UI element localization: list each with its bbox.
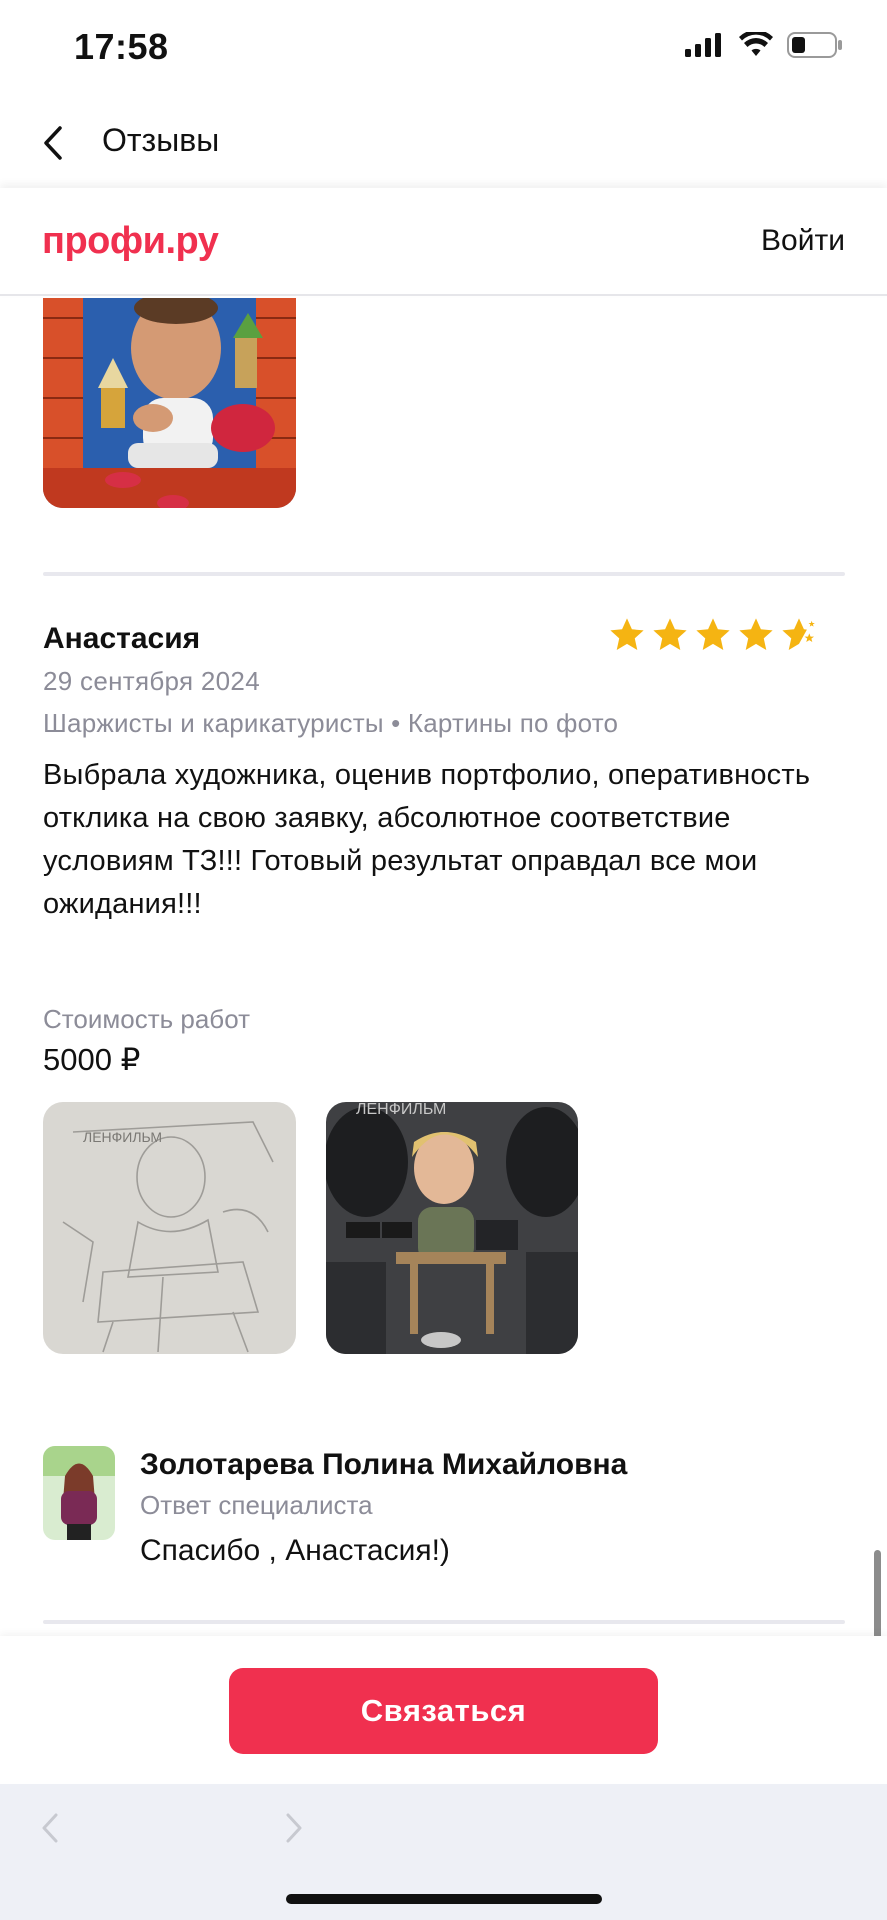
reviewer-name: Анастасия <box>43 622 201 655</box>
reviews-content[interactable]: Анастасия 29 сентября 2024 Шаржисты и ка… <box>0 298 887 1636</box>
specialist-name: Золотарева Полина Михайловна <box>140 1448 628 1481</box>
star-icon <box>696 618 730 651</box>
review-photo-caricature[interactable]: ЛЕНФИЛЬМ <box>326 1102 578 1354</box>
specialist-reply-text: Спасибо , Анастасия!) <box>140 1534 450 1567</box>
chevron-right-icon <box>286 1813 302 1843</box>
login-link[interactable]: Войти <box>761 224 845 258</box>
review-categories: Шаржисты и карикатуристы • Картины по фо… <box>43 708 619 738</box>
star-icon <box>739 618 773 651</box>
status-time: 17:58 <box>74 26 169 67</box>
specialist-role: Ответ специалиста <box>140 1490 373 1520</box>
cost-label: Стоимость работ <box>43 1004 250 1034</box>
screen: 17:58 Отзывы профи.ру Войти Анастасия 29… <box>0 0 887 1920</box>
nav-title: Отзывы <box>102 122 220 158</box>
contact-button[interactable]: Связаться <box>229 1668 658 1754</box>
cost-value: 5000 ₽ <box>43 1042 141 1077</box>
browser-forward-button[interactable] <box>272 1806 316 1850</box>
specialist-avatar[interactable] <box>43 1446 115 1540</box>
review-divider <box>43 572 845 576</box>
chevron-left-icon <box>44 126 62 160</box>
nav-bar: Отзывы <box>0 96 887 188</box>
svg-text:ЛЕНФИЛЬМ: ЛЕНФИЛЬМ <box>356 1102 446 1118</box>
half-star-icon <box>782 618 815 651</box>
review-date: 29 сентября 2024 <box>43 666 260 696</box>
browser-back-button[interactable] <box>28 1806 72 1850</box>
scrollbar[interactable] <box>874 1550 881 1636</box>
chevron-left-icon <box>42 1813 58 1843</box>
star-icon <box>610 618 644 651</box>
logo[interactable]: профи.ру <box>42 220 219 263</box>
site-header: профи.ру Войти <box>0 188 887 296</box>
signal-icon <box>685 33 721 57</box>
previous-review-photo[interactable] <box>43 298 296 508</box>
review-divider <box>43 1620 845 1624</box>
star-icon <box>653 618 687 651</box>
review-text: Выбрала художника, оценив портфолио, опе… <box>43 759 811 920</box>
wifi-icon <box>739 32 773 56</box>
action-bar: Связаться <box>0 1636 887 1784</box>
review-photo-sketch[interactable]: ЛЕНФИЛЬМ <box>43 1102 296 1354</box>
home-indicator[interactable] <box>286 1894 602 1904</box>
status-icons <box>685 32 843 58</box>
status-bar: 17:58 <box>0 0 887 96</box>
back-button[interactable] <box>28 118 78 168</box>
svg-text:ЛЕНФИЛЬМ: ЛЕНФИЛЬМ <box>83 1129 162 1145</box>
battery-icon <box>787 32 842 58</box>
star-rating <box>608 616 818 654</box>
